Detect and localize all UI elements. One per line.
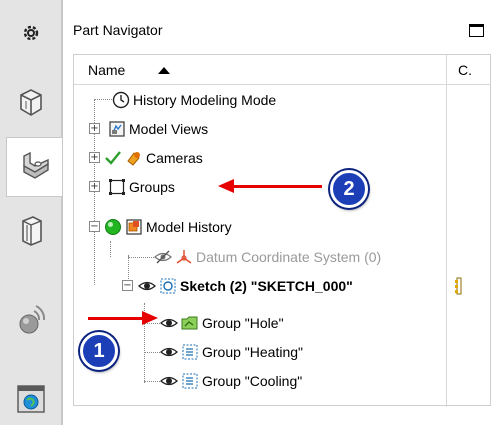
tree-row-history-mode[interactable]: History Modeling Mode	[74, 85, 446, 114]
history-mode-label: History Modeling Mode	[133, 91, 277, 108]
resource-bar	[0, 0, 63, 425]
callout-arrow-groups	[218, 179, 322, 193]
datum-csys-icon	[175, 248, 193, 266]
model-views-icon	[108, 120, 126, 138]
assembly-navigator-icon[interactable]	[10, 82, 52, 124]
navigator-tree: Name C. History Modeling Mode + Model Vi…	[73, 54, 491, 407]
part-navigator-panel: Part Navigator Name C. History Modeling …	[62, 0, 496, 425]
hd3d-tools-icon[interactable]	[10, 298, 52, 340]
tree-row-cameras[interactable]: Cameras	[74, 143, 446, 172]
panel-title: Part Navigator	[73, 22, 163, 38]
sketch-status-icon	[454, 277, 466, 298]
visible-eye-icon[interactable]	[138, 277, 156, 295]
model-views-label: Model Views	[129, 120, 209, 137]
status-green-ball-icon	[104, 218, 122, 236]
sort-ascending-icon[interactable]	[158, 67, 170, 74]
tree-row-model-history[interactable]: Model History	[74, 212, 446, 241]
cameras-label: Cameras	[146, 149, 203, 166]
group-icon	[181, 343, 199, 361]
tree-row-datum-csys[interactable]: Datum Coordinate System (0)	[74, 242, 446, 271]
tree-row-sketch[interactable]: Sketch (2) "SKETCH_000"	[74, 271, 446, 300]
datum-csys-label: Datum Coordinate System (0)	[196, 248, 382, 265]
camera-icon	[125, 149, 143, 167]
visible-eye-icon[interactable]	[160, 372, 178, 390]
groups-icon	[108, 178, 126, 196]
tree-row-group-cooling[interactable]: Group "Cooling"	[74, 366, 446, 395]
maximize-window-icon[interactable]	[469, 24, 484, 37]
column-header: Name C.	[74, 55, 490, 85]
visible-eye-icon[interactable]	[160, 343, 178, 361]
column-name-header[interactable]: Name	[88, 62, 125, 78]
column-c-header[interactable]: C.	[458, 62, 472, 78]
callout-arrow-group-hole	[88, 311, 158, 325]
sketch-label: Sketch (2) "SKETCH_000"	[180, 277, 353, 294]
callout-badge-2: 2	[330, 170, 368, 208]
hidden-eye-icon[interactable]	[154, 248, 172, 266]
group-hole-label: Group "Hole"	[202, 314, 284, 331]
column-divider[interactable]	[446, 55, 447, 407]
model-history-icon	[125, 218, 143, 236]
tree-row-model-views[interactable]: Model Views	[74, 114, 446, 143]
clock-icon	[112, 91, 130, 109]
group-heating-label: Group "Heating"	[202, 343, 303, 360]
sketch-icon	[159, 277, 177, 295]
callout-badge-1: 1	[80, 332, 118, 370]
group-cooling-label: Group "Cooling"	[202, 372, 303, 389]
tree-row-group-hole[interactable]: Group "Hole"	[74, 308, 446, 337]
checkmark-icon	[104, 149, 122, 167]
reuse-library-icon[interactable]	[10, 210, 52, 252]
visible-eye-icon[interactable]	[160, 314, 178, 332]
groups-label: Groups	[129, 178, 175, 195]
model-history-label: Model History	[146, 218, 232, 235]
group-icon	[181, 372, 199, 390]
settings-gear-icon[interactable]	[10, 12, 52, 54]
tree-row-group-heating[interactable]: Group "Heating"	[74, 337, 446, 366]
web-browser-icon[interactable]	[10, 378, 52, 420]
part-navigator-icon[interactable]	[6, 137, 63, 197]
group-folder-green-icon	[181, 314, 199, 332]
